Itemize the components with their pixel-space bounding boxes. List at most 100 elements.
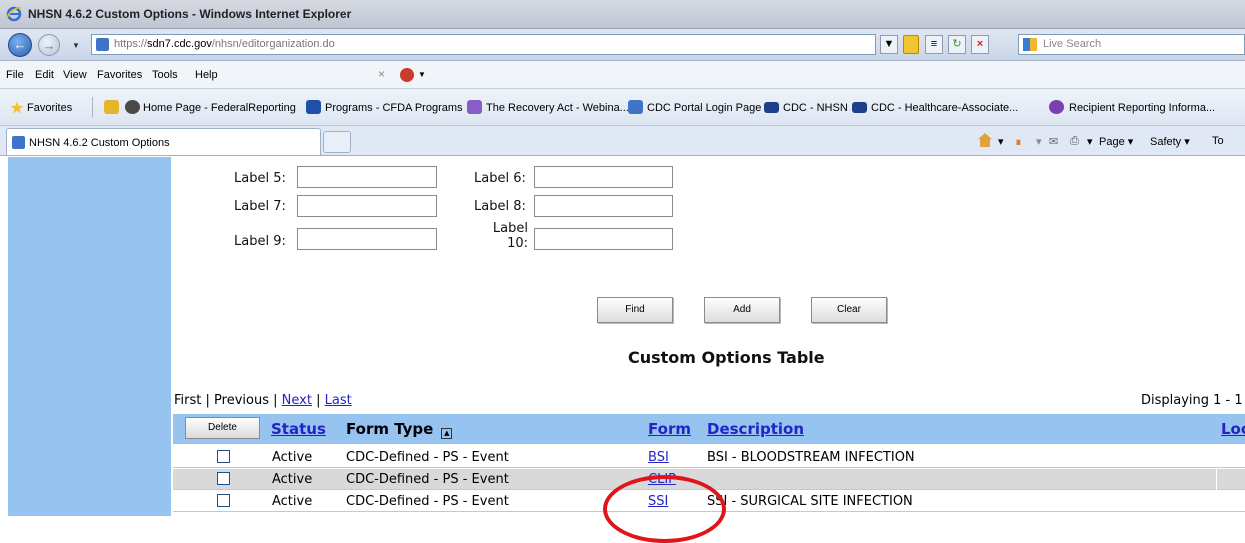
close-toolbar-icon[interactable]: ×	[378, 67, 385, 81]
tab-nhsn-custom-options[interactable]: NHSN 4.6.2 Custom Options	[6, 128, 321, 155]
refresh-icon[interactable]: ↻	[948, 35, 966, 54]
address-toolbar: ← → ▼ https://sdn7.cdc.gov/nhsn/editorga…	[0, 29, 1245, 61]
column-header-form[interactable]: Form	[648, 420, 691, 438]
back-button[interactable]: ←	[8, 33, 32, 57]
tools-menu-button[interactable]: To	[1212, 135, 1224, 147]
column-divider	[1216, 469, 1217, 490]
live-search-icon	[1023, 38, 1037, 51]
cell-form-type: CDC-Defined - PS - Event	[346, 494, 509, 509]
label-6-label: Label 6:	[474, 171, 526, 186]
favorites-bar: Favorites Home Page - FederalReporting P…	[0, 89, 1245, 126]
cell-status: Active	[272, 450, 313, 465]
recipient-icon	[1049, 100, 1064, 114]
chevron-down-icon[interactable]: ▾	[998, 135, 1004, 148]
menu-file[interactable]: File	[6, 69, 24, 81]
favorites-star-icon[interactable]	[10, 101, 24, 114]
cell-status: Active	[272, 472, 313, 487]
add-favorite-icon[interactable]	[104, 100, 119, 114]
menu-favorites[interactable]: Favorites	[97, 69, 142, 81]
chevron-down-icon[interactable]: ▾	[1087, 135, 1093, 148]
label-6-input[interactable]	[534, 166, 673, 188]
cdc-icon	[764, 102, 779, 113]
cell-status: Active	[272, 494, 313, 509]
column-header-location[interactable]: Loc	[1221, 420, 1245, 438]
menu-tools[interactable]: Tools	[152, 69, 178, 81]
row-select-checkbox[interactable]	[217, 494, 230, 507]
label-7-input[interactable]	[297, 195, 437, 217]
favorite-link-recipient-reporting[interactable]: Recipient Reporting Informa...	[1069, 102, 1215, 114]
search-input[interactable]: Live Search	[1018, 34, 1245, 55]
menu-help[interactable]: Help	[195, 69, 218, 81]
favorite-link-recovery-act[interactable]: The Recovery Act - Webina...	[486, 102, 629, 114]
safety-menu-button[interactable]: Safety ▾	[1150, 135, 1190, 148]
print-icon[interactable]: ⎙	[1070, 135, 1079, 148]
tab-bar: NHSN 4.6.2 Custom Options ▾ ∎ ▾ ✉ ⎙ ▾ Pa…	[0, 126, 1245, 156]
label-8-input[interactable]	[534, 195, 673, 217]
pagination: First | Previous | Next | Last	[174, 393, 352, 408]
row-select-checkbox[interactable]	[217, 472, 230, 485]
cell-form-type: CDC-Defined - PS - Event	[346, 450, 509, 465]
window-titlebar: NHSN 4.6.2 Custom Options - Windows Inte…	[0, 0, 1245, 29]
page-icon	[96, 38, 109, 51]
stop-icon[interactable]: ×	[971, 35, 989, 54]
window-title: NHSN 4.6.2 Custom Options - Windows Inte…	[28, 7, 352, 21]
label-9-input[interactable]	[297, 228, 437, 250]
favorite-link-federalreporting[interactable]: Home Page - FederalReporting	[143, 102, 296, 114]
label-10-input[interactable]	[534, 228, 673, 250]
favorite-link-cdc-nhsn[interactable]: CDC - NHSN	[783, 102, 848, 114]
menu-edit[interactable]: Edit	[35, 69, 54, 81]
lock-icon[interactable]	[903, 35, 919, 54]
page-margin	[0, 157, 8, 516]
annotation-circle	[603, 475, 726, 543]
table-header: Delete Status Form Type ▲ Form Descriptio…	[173, 414, 1245, 444]
label-5-input[interactable]	[297, 166, 437, 188]
find-button[interactable]: Find	[597, 297, 673, 323]
ie-page-icon	[628, 100, 643, 114]
chevron-down-icon[interactable]: ▾	[1036, 135, 1042, 148]
sort-ascending-icon[interactable]: ▲	[441, 428, 453, 439]
favorite-link-cfda[interactable]: Programs - CFDA Programs	[325, 102, 463, 114]
menu-view[interactable]: View	[63, 69, 87, 81]
mail-icon[interactable]: ✉	[1049, 135, 1058, 148]
favorite-link-cdc-portal[interactable]: CDC Portal Login Page	[647, 102, 761, 114]
pager-previous: Previous	[214, 393, 269, 408]
address-bar[interactable]: https://sdn7.cdc.gov/nhsn/editorganizati…	[91, 34, 876, 55]
pager-next[interactable]: Next	[282, 393, 312, 408]
recovery-icon	[467, 100, 482, 114]
new-tab-button[interactable]	[323, 131, 351, 153]
chevron-down-icon[interactable]: ▼	[418, 70, 426, 79]
column-header-description[interactable]: Description	[707, 420, 804, 438]
divider	[92, 97, 93, 117]
translate-icon[interactable]	[400, 68, 414, 82]
favorite-link-cdc-healthcare[interactable]: CDC - Healthcare-Associate...	[871, 102, 1018, 114]
cell-form-type: CDC-Defined - PS - Event	[346, 472, 509, 487]
site-icon	[125, 100, 140, 114]
clear-button[interactable]: Clear	[811, 297, 887, 323]
address-dropdown-button[interactable]: ▼	[880, 35, 898, 54]
cell-form-link[interactable]: BSI	[648, 450, 669, 465]
page-menu-button[interactable]: Page ▾	[1099, 135, 1133, 148]
ie-page-icon	[12, 136, 25, 149]
rss-feed-icon[interactable]: ∎	[1015, 135, 1022, 148]
forward-button[interactable]: →	[38, 34, 60, 56]
home-icon[interactable]	[978, 133, 992, 147]
favorites-button[interactable]: Favorites	[27, 102, 72, 114]
column-header-form-type[interactable]: Form Type ▲	[346, 420, 453, 439]
internet-explorer-icon	[6, 6, 22, 22]
delete-button[interactable]: Delete	[185, 417, 260, 439]
cell-description: SSI - SURGICAL SITE INFECTION	[707, 494, 913, 509]
table-title: Custom Options Table	[628, 348, 825, 367]
column-header-status[interactable]: Status	[271, 420, 326, 438]
cdc-icon	[852, 102, 867, 113]
add-button[interactable]: Add	[704, 297, 780, 323]
compatibility-icon[interactable]: ≡	[925, 35, 943, 54]
label-5-label: Label 5:	[234, 171, 286, 186]
row-select-checkbox[interactable]	[217, 450, 230, 463]
cell-description: BSI - BLOODSTREAM INFECTION	[707, 450, 915, 465]
pager-last[interactable]: Last	[325, 393, 352, 408]
label-7-label: Label 7:	[234, 199, 286, 214]
pager-first: First	[174, 393, 202, 408]
history-dropdown-icon[interactable]: ▼	[72, 41, 80, 50]
label-9-label: Label 9:	[234, 234, 286, 249]
menu-bar: File Edit View Favorites Tools Help × ▼	[0, 61, 1245, 89]
